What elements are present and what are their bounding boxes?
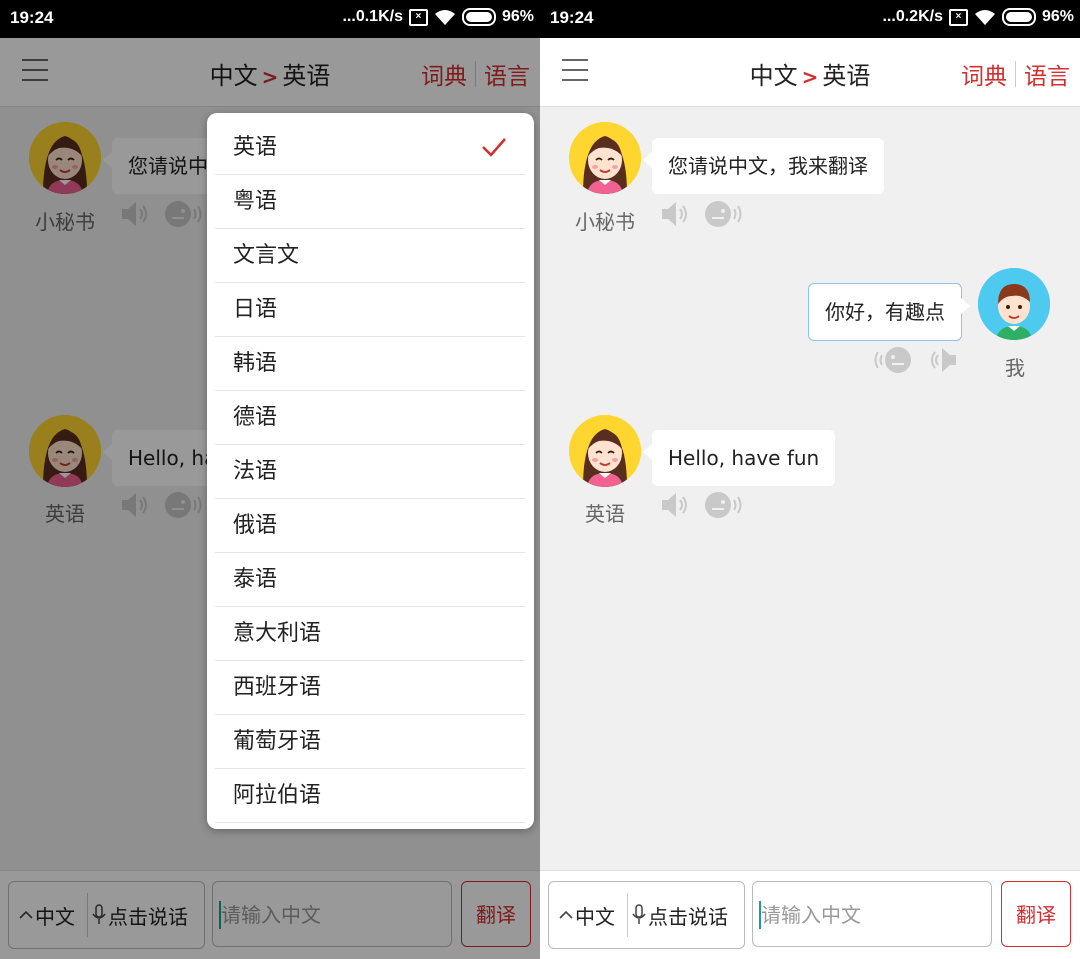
- source-language-selector[interactable]: 中文: [549, 901, 627, 930]
- status-bar: 19:24 ...0.2K/s × 96%: [540, 0, 1080, 38]
- text-input[interactable]: 请输入中文: [752, 881, 992, 947]
- language-option[interactable]: 葡萄牙语: [215, 715, 525, 769]
- language-option[interactable]: 韩语: [215, 337, 525, 391]
- language-option[interactable]: 俄语: [215, 499, 525, 553]
- language-option[interactable]: 日语: [215, 283, 525, 337]
- message-bubble[interactable]: Hello, have fun: [642, 430, 836, 486]
- language-option[interactable]: 德语: [215, 391, 525, 445]
- user-avatar: [978, 268, 1050, 340]
- language-option-label: 阿拉伯语: [233, 783, 322, 808]
- language-option[interactable]: 法语: [215, 445, 525, 499]
- message-bubble[interactable]: 您请说中文，我来翻译: [643, 138, 884, 194]
- input-bar: 中文 点击说话 请输入中文 翻译: [540, 870, 1080, 959]
- check-icon: [482, 138, 506, 157]
- assistant-avatar: [569, 122, 641, 194]
- language-option[interactable]: 英语: [215, 121, 525, 175]
- language-option-label: 韩语: [233, 351, 278, 376]
- language-option[interactable]: 意大利语: [215, 607, 525, 661]
- language-option-label: 法语: [233, 459, 278, 484]
- battery-icon: [1001, 8, 1036, 26]
- status-time: 19:24: [550, 8, 594, 27]
- status-time: 19:24: [10, 8, 54, 27]
- language-option-label: 英语: [233, 135, 278, 160]
- voice-head-icon[interactable]: [704, 198, 744, 230]
- status-battery: 96%: [1041, 8, 1074, 25]
- language-dropdown: 英语 粤语 文言文 日语 韩语 德语 法语 俄语 泰语 意大利语 西班牙语 葡萄…: [207, 113, 534, 829]
- language-option[interactable]: 西班牙语: [215, 661, 525, 715]
- status-speed: ...0.1K/s: [342, 8, 403, 25]
- close-box-icon: ×: [948, 8, 968, 26]
- status-speed: ...0.2K/s: [882, 8, 943, 25]
- language-option-label: 意大利语: [233, 621, 322, 646]
- language-button[interactable]: 语言: [1024, 57, 1070, 91]
- voice-head-icon[interactable]: [872, 344, 912, 376]
- speaker-icon[interactable]: [658, 489, 690, 521]
- language-option-label: 粤语: [233, 189, 278, 214]
- language-option-label: 俄语: [233, 513, 278, 538]
- avatar-name: 英语: [585, 502, 625, 526]
- language-option-label: 葡萄牙语: [233, 729, 322, 754]
- language-option-label: 西班牙语: [233, 675, 322, 700]
- language-mic-control: 中文 点击说话: [548, 881, 745, 949]
- target-language: 英语: [822, 62, 871, 90]
- translate-button[interactable]: 翻译: [1001, 881, 1071, 947]
- language-option[interactable]: 文言文: [215, 229, 525, 283]
- message-bubble[interactable]: 你好，有趣点: [808, 283, 970, 341]
- screen-language-menu: 19:24 ...0.1K/s × 96% 中文>英语 词典 语言 小秘书 您请…: [0, 0, 540, 959]
- divider: [1015, 61, 1016, 87]
- speaker-icon[interactable]: [928, 344, 960, 376]
- screen-chat: 19:24 ...0.2K/s × 96% 中文 > 英语 词典 语言 小秘书 您请…: [540, 0, 1080, 959]
- status-battery: 96%: [501, 8, 534, 25]
- language-option[interactable]: 粤语: [215, 175, 525, 229]
- app-header: 中文 > 英语 词典 语言: [540, 38, 1080, 107]
- wifi-icon: [974, 10, 995, 25]
- mic-label: 点击说话: [648, 904, 728, 929]
- source-language-label: 中文: [575, 904, 615, 929]
- language-option[interactable]: 阿拉伯语: [215, 769, 525, 823]
- status-bar: 19:24 ...0.1K/s × 96%: [0, 0, 540, 38]
- speaker-icon[interactable]: [658, 198, 690, 230]
- avatar-name: 小秘书: [575, 210, 635, 234]
- voice-head-icon[interactable]: [704, 489, 744, 521]
- microphone-icon: [632, 904, 646, 924]
- title-separator: >: [801, 65, 819, 89]
- assistant-avatar: [569, 415, 641, 487]
- avatar-name: 我: [1005, 356, 1025, 380]
- language-option-label: 文言文: [233, 243, 300, 268]
- close-box-icon: ×: [408, 8, 428, 26]
- language-option-label: 日语: [233, 297, 278, 322]
- battery-icon: [461, 8, 496, 26]
- wifi-icon: [434, 10, 455, 25]
- dictionary-button[interactable]: 词典: [961, 57, 1007, 91]
- language-option[interactable]: 泰语: [215, 553, 525, 607]
- language-option-label: 泰语: [233, 567, 278, 592]
- chevron-up-icon: [559, 910, 573, 919]
- voice-input-button[interactable]: 点击说话: [632, 901, 728, 930]
- source-language: 中文: [749, 62, 798, 90]
- language-option-label: 德语: [233, 405, 278, 430]
